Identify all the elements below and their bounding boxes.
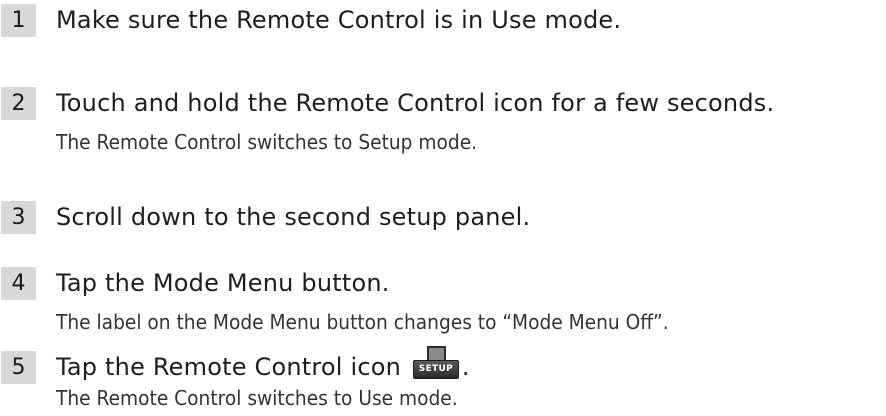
step-number: 4 (1, 267, 36, 300)
step-number: 3 (1, 201, 36, 234)
setup-icon-label: SETUP (412, 360, 459, 379)
step-text: Scroll down to the second setup panel. (56, 203, 531, 231)
step-result-text: The label on the Mode Menu button change… (56, 310, 669, 334)
step-text-period: . (461, 353, 470, 381)
step-text: Touch and hold the Remote Control icon f… (56, 89, 775, 117)
step-result-text: The Remote Control switches to Setup mod… (56, 130, 478, 154)
step-number: 1 (1, 4, 36, 37)
step-result-text: The Remote Control switches to Use mode. (56, 386, 458, 410)
step-text: Tap the Mode Menu button. (56, 269, 390, 297)
step-number: 2 (1, 87, 36, 120)
remote-control-setup-icon: SETUP (412, 346, 459, 380)
step-number: 5 (1, 351, 36, 384)
step-text-with-icon: Tap the Remote Control icon SETUP . (56, 346, 470, 384)
step-text: Tap the Remote Control icon (56, 353, 402, 381)
step-text: Make sure the Remote Control is in Use m… (56, 6, 622, 34)
